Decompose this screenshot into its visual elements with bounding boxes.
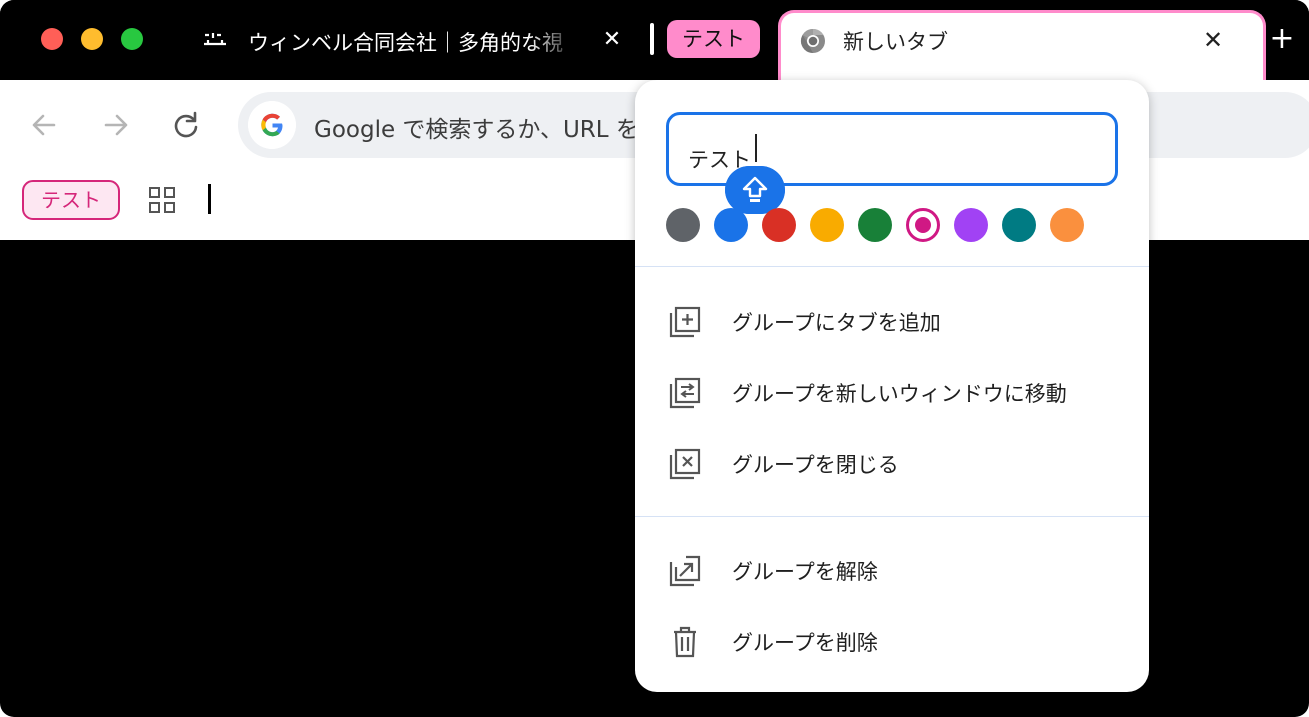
color-swatch-cyan[interactable] — [1002, 208, 1036, 242]
forward-arrow-icon[interactable] — [100, 109, 132, 141]
menu-label: グループを新しいウィンドウに移動 — [732, 382, 1067, 406]
menu-add-tab-to-group[interactable]: グループにタブを追加 — [635, 290, 1149, 352]
tab-group-chip[interactable]: テスト — [667, 20, 760, 58]
menu-close-group[interactable]: グループを閉じる — [635, 432, 1149, 494]
color-swatch-grey[interactable] — [666, 208, 700, 242]
ime-shift-badge-icon — [725, 166, 785, 214]
divider — [635, 266, 1149, 267]
tab-close-icon[interactable]: ✕ — [600, 28, 624, 52]
tab-title: 新しいタブ — [843, 30, 948, 54]
apps-grid-icon[interactable] — [146, 184, 178, 216]
google-g-icon — [248, 101, 296, 149]
window-close-button[interactable] — [41, 28, 63, 50]
text-caret — [755, 134, 757, 162]
color-swatch-pink[interactable] — [906, 208, 940, 242]
color-swatch-red[interactable] — [762, 208, 796, 242]
tab-title: ウィンベル合同会社｜多角的な視 — [248, 31, 563, 55]
color-swatches — [666, 208, 1106, 242]
color-swatch-yellow[interactable] — [810, 208, 844, 242]
add-to-group-icon — [669, 306, 701, 338]
divider — [635, 516, 1149, 517]
menu-label: グループにタブを追加 — [732, 311, 941, 335]
menu-ungroup[interactable]: グループを解除 — [635, 539, 1149, 601]
reload-icon[interactable] — [170, 109, 202, 141]
new-tab-button[interactable]: + — [1266, 24, 1298, 56]
menu-move-group-to-new-window[interactable]: グループを新しいウィンドウに移動 — [635, 361, 1149, 423]
menu-label: グループを閉じる — [732, 453, 899, 477]
tab-separator — [650, 23, 654, 55]
color-swatch-green[interactable] — [858, 208, 892, 242]
menu-label: グループを削除 — [732, 631, 878, 655]
tab-close-icon[interactable]: ✕ — [1199, 26, 1227, 54]
window-minimize-button[interactable] — [81, 28, 103, 50]
chrome-icon — [800, 28, 825, 53]
tab-winbell[interactable]: ウィンベル合同会社｜多角的な視 ✕ — [190, 14, 640, 66]
selected-swatch-dot — [915, 217, 931, 233]
menu-label: グループを解除 — [732, 560, 878, 584]
omnibox-placeholder: Google で検索するか、URL を入力 — [314, 117, 685, 143]
back-arrow-icon[interactable] — [28, 109, 60, 141]
bookmark-group-chip[interactable]: テスト — [22, 180, 120, 220]
color-swatch-blue[interactable] — [714, 208, 748, 242]
window-maximize-button[interactable] — [121, 28, 143, 50]
ungroup-icon — [669, 555, 701, 587]
tab-group-editor-bubble: グループにタブを追加 グループを新しいウィンドウに移動 グループを閉じる — [635, 80, 1149, 692]
color-swatch-orange[interactable] — [1050, 208, 1084, 242]
text-cursor — [208, 184, 211, 214]
close-group-icon — [669, 448, 701, 480]
tab-strip: ウィンベル合同会社｜多角的な視 ✕ テスト 新しいタブ ✕ + — [0, 0, 1309, 85]
browser-window: ウィンベル合同会社｜多角的な視 ✕ テスト 新しいタブ ✕ + Google で… — [0, 0, 1309, 717]
color-swatch-purple[interactable] — [954, 208, 988, 242]
tab-new-tab-active[interactable]: 新しいタブ ✕ — [778, 10, 1266, 85]
move-to-window-icon — [669, 377, 701, 409]
trash-icon — [674, 626, 696, 658]
menu-delete-group[interactable]: グループを削除 — [635, 610, 1149, 672]
winbell-logo-icon — [204, 33, 226, 46]
